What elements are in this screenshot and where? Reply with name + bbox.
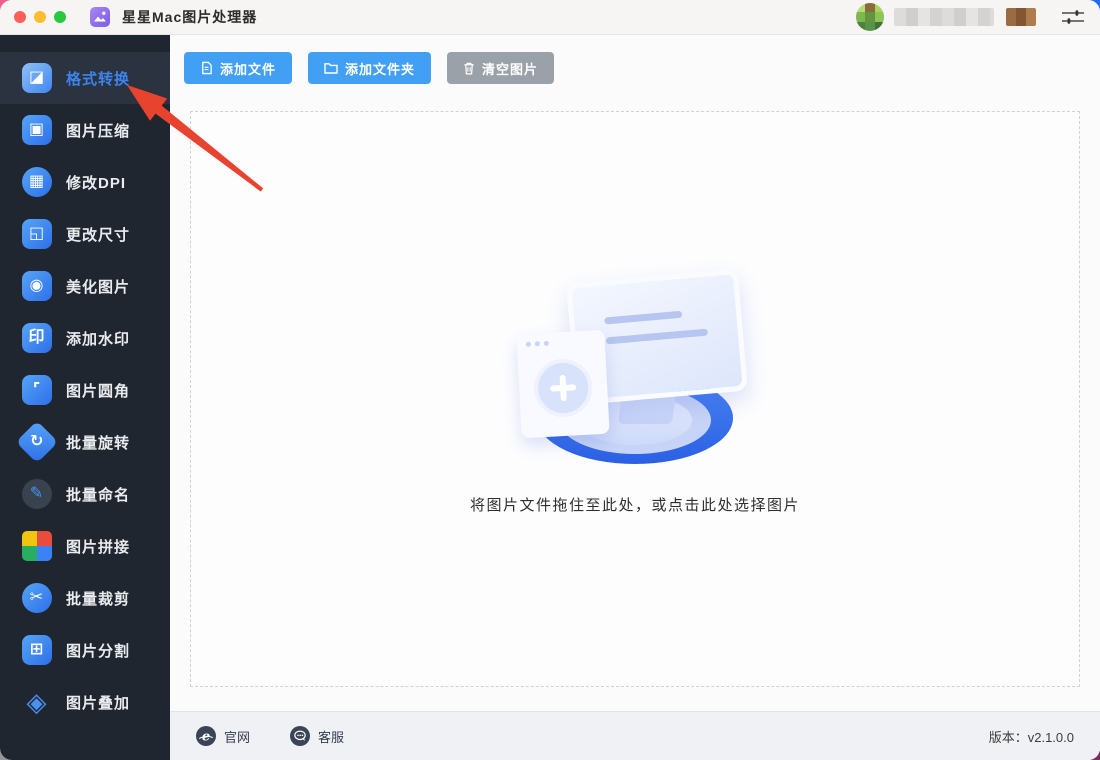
sidebar-item-rounded-corner[interactable]: ⌜ 图片圆角 (0, 364, 170, 416)
button-label: 清空图片 (482, 61, 539, 77)
sidebar-item-batch-crop[interactable]: ✂ 批量裁剪 (0, 572, 170, 624)
sidebar-item-label: 更改尺寸 (66, 226, 131, 244)
drop-zone[interactable]: 将图片文件拖住至此处，或点击此处选择图片 (190, 111, 1080, 687)
title-bar: 星星Mac图片处理器 (0, 0, 1100, 35)
sidebar-item-image-compress[interactable]: ▣ 图片压缩 (0, 104, 170, 156)
button-label: 添加文件 (220, 61, 277, 77)
username-censored (894, 8, 994, 26)
sidebar-item-resize[interactable]: ◱ 更改尺寸 (0, 208, 170, 260)
sidebar-item-format-convert[interactable]: ◪ 格式转换 (0, 52, 170, 104)
upload-illustration (505, 268, 765, 464)
app-title: 星星Mac图片处理器 (122, 9, 258, 25)
modify-dpi-icon: ▦ (22, 167, 52, 197)
sidebar-item-modify-dpi[interactable]: ▦ 修改DPI (0, 156, 170, 208)
sidebar-item-image-stitch[interactable]: 图片拼接 (0, 520, 170, 572)
close-button[interactable] (14, 11, 26, 23)
toolbar: 添加文件 添加文件夹 清空图片 (170, 35, 1100, 111)
add-card-illustration-icon (516, 329, 610, 438)
plus-icon (532, 357, 594, 419)
file-icon (200, 61, 213, 75)
traffic-lights (14, 11, 66, 23)
clear-images-button[interactable]: 清空图片 (447, 52, 555, 84)
user-avatar[interactable] (856, 3, 884, 31)
image-compress-icon: ▣ (22, 115, 52, 145)
add-folder-button[interactable]: 添加文件夹 (308, 52, 432, 84)
sidebar-item-beautify[interactable]: ◉ 美化图片 (0, 260, 170, 312)
main-panel: 添加文件 添加文件夹 清空图片 将图片文件拖住至此处，或点击此处选择图片 e 官… (170, 35, 1100, 760)
sidebar-item-label: 批量命名 (66, 486, 131, 504)
sidebar-item-batch-rotate[interactable]: ↻ 批量旋转 (0, 416, 170, 468)
version-label: 版本：v2.1.0.0 (988, 729, 1074, 745)
official-site-link[interactable]: e 官网 (196, 726, 250, 746)
customer-service-link[interactable]: 客服 (290, 726, 344, 746)
image-split-icon: ⊞ (22, 635, 52, 665)
sidebar-item-label: 美化图片 (66, 278, 131, 296)
footer-link-label: 官网 (224, 729, 251, 745)
user-area (856, 3, 1086, 31)
globe-icon: e (196, 726, 216, 746)
drop-zone-content: 将图片文件拖住至此处，或点击此处选择图片 (469, 268, 800, 515)
sidebar-item-label: 添加水印 (66, 330, 131, 348)
batch-rename-icon: ✎ (22, 479, 52, 509)
app-logo-icon (90, 7, 110, 27)
sidebar-item-label: 图片圆角 (66, 382, 131, 400)
button-label: 添加文件夹 (345, 61, 416, 77)
sidebar-item-batch-rename[interactable]: ✎ 批量命名 (0, 468, 170, 520)
window-body: ◪ 格式转换 ▣ 图片压缩 ▦ 修改DPI ◱ 更改尺寸 ◉ 美化图片印添加水印 ⌜ 图片圆角 ↻ 批量旋… (0, 35, 1100, 760)
resize-icon: ◱ (22, 219, 52, 249)
settings-sliders-icon[interactable] (1060, 6, 1086, 28)
sidebar-item-label: 批量裁剪 (66, 590, 131, 608)
add-file-button[interactable]: 添加文件 (184, 52, 293, 84)
folder-icon (324, 62, 338, 74)
rounded-corner-icon: ⌜ (22, 375, 52, 405)
sidebar-item-label: 图片分割 (66, 642, 131, 660)
sidebar-item-image-overlay[interactable]: ◈ 图片叠加 (0, 676, 170, 728)
footer-link-label: 客服 (318, 729, 345, 745)
user-badge-censored (1006, 8, 1036, 26)
sidebar-item-watermark[interactable]: 印添加水印 (0, 312, 170, 364)
sidebar-item-label: 修改DPI (66, 174, 127, 192)
batch-rotate-icon: ↻ (15, 420, 59, 464)
sidebar-item-label: 图片叠加 (66, 694, 131, 712)
desktop: 星星Mac图片处理器 ◪ 格式转换 ▣ 图片压缩 ▦ 修改DPI ◱ 更改尺寸 ◉ 美化图片 (0, 0, 1100, 760)
format-convert-icon: ◪ (22, 63, 52, 93)
sidebar-item-label: 批量旋转 (66, 434, 131, 452)
beautify-icon: ◉ (22, 271, 52, 301)
drop-zone-hint: 将图片文件拖住至此处，或点击此处选择图片 (469, 496, 800, 514)
status-footer: e 官网 客服 版本：v2.1.0.0 (170, 711, 1100, 760)
sidebar-menu: ◪ 格式转换 ▣ 图片压缩 ▦ 修改DPI ◱ 更改尺寸 ◉ 美化图片印添加水印 ⌜ 图片圆角 ↻ 批量旋… (0, 35, 170, 760)
image-stitch-icon (22, 531, 52, 561)
minimize-button[interactable] (34, 11, 46, 23)
sidebar-item-image-split[interactable]: ⊞ 图片分割 (0, 624, 170, 676)
sidebar-item-label: 图片压缩 (66, 122, 131, 140)
maximize-button[interactable] (54, 11, 66, 23)
chat-icon (290, 726, 311, 746)
batch-crop-icon: ✂ (22, 583, 52, 613)
watermark-icon: 印 (22, 323, 52, 353)
sidebar-item-label: 图片拼接 (66, 538, 131, 556)
sidebar-item-label: 格式转换 (66, 70, 131, 88)
image-overlay-icon: ◈ (26, 687, 48, 717)
app-window: 星星Mac图片处理器 ◪ 格式转换 ▣ 图片压缩 ▦ 修改DPI ◱ 更改尺寸 ◉ 美化图片 (0, 0, 1100, 760)
trash-icon (463, 62, 475, 75)
